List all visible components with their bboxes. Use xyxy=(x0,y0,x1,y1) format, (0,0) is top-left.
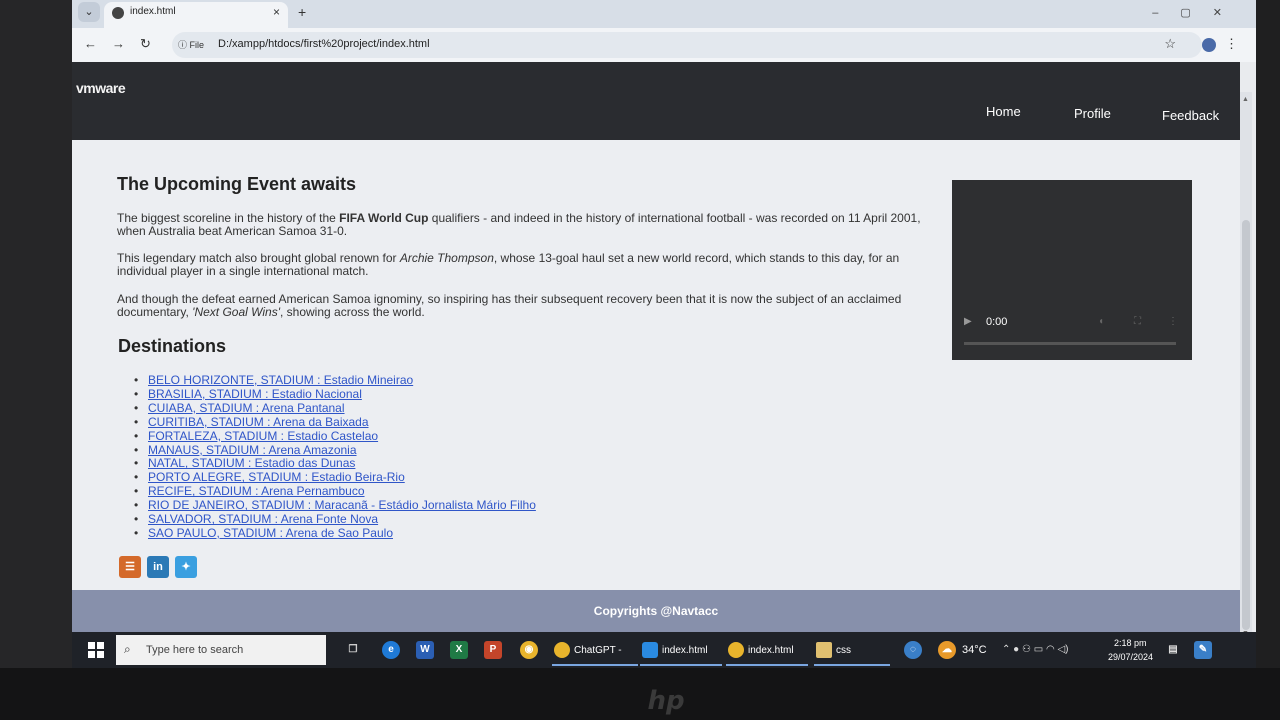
url-text[interactable]: D:/xampp/htdocs/first%20project/index.ht… xyxy=(218,38,430,50)
paragraph-2: This legendary match also brought global… xyxy=(117,252,942,278)
destination-link[interactable]: MANAUS, STADIUM : Arena Amazonia xyxy=(134,443,536,458)
tab-search-button[interactable]: ⌄ xyxy=(78,2,100,22)
close-icon[interactable]: × xyxy=(273,5,280,19)
monitor-bezel-bottom xyxy=(0,668,1280,720)
tab-index[interactable]: index.html × xyxy=(104,2,288,28)
chrome-icon xyxy=(728,642,744,658)
brand-logo[interactable]: vmware xyxy=(76,80,126,96)
destinations-title: Destinations xyxy=(118,336,227,356)
destination-link[interactable]: SALVADOR, STADIUM : Arena Fonte Nova xyxy=(134,512,536,527)
rss-icon[interactable]: ☰ xyxy=(119,556,141,578)
vscode-icon xyxy=(642,642,658,658)
scroll-thumb[interactable] xyxy=(1242,220,1250,630)
fullscreen-icon[interactable]: ⛶ xyxy=(1134,316,1141,327)
search-icon: ⌕ xyxy=(124,642,131,656)
taskbar-app-vscode[interactable]: index.html -... xyxy=(640,638,722,666)
para2-italic: Archie Thompson xyxy=(399,251,494,265)
system-tray-icons[interactable]: ⌃ ● ⚇ ▭ ◠ ◁) xyxy=(1002,644,1068,655)
nav-profile[interactable]: Profile xyxy=(1074,106,1111,121)
excel-icon[interactable]: X xyxy=(450,641,468,659)
video-time: 0:00 xyxy=(986,316,1008,328)
destination-link[interactable]: CUIABA, STADIUM : Arena Pantanal xyxy=(134,401,536,416)
task-view-icon[interactable]: ❐ xyxy=(344,641,362,659)
site-footer: Copyrights @Navtacc xyxy=(72,590,1240,632)
copilot-icon[interactable]: ✎ xyxy=(1194,641,1212,659)
taskbar-app-css[interactable]: css xyxy=(814,638,890,666)
para3-text-c: , showing across the world. xyxy=(280,305,425,319)
taskbar: ⌕ Type here to search ❐ e W X P ◉ ChatGP… xyxy=(72,632,1256,668)
clock-date[interactable]: 29/07/2024 xyxy=(1108,652,1153,662)
twitter-icon[interactable]: ✦ xyxy=(175,556,197,578)
scroll-up-icon[interactable]: ▲ xyxy=(1242,96,1249,103)
search-placeholder: Type here to search xyxy=(146,644,244,656)
destination-link[interactable]: SAO PAULO, STADIUM : Arena de Sao Paulo xyxy=(134,526,536,541)
new-tab-button[interactable]: + xyxy=(298,4,306,20)
destination-link[interactable]: CURITIBA, STADIUM : Arena da Baixada xyxy=(134,415,536,430)
chrome-icon[interactable]: ◉ xyxy=(520,641,538,659)
cortana-icon[interactable]: ◌ xyxy=(904,641,922,659)
notification-icon[interactable]: ▤ xyxy=(1164,641,1182,659)
clock-time[interactable]: 2:18 pm xyxy=(1114,638,1147,648)
active-indicator xyxy=(726,664,808,666)
menu-kebab-icon[interactable]: ⋮ xyxy=(1225,36,1238,52)
forward-icon[interactable]: → xyxy=(112,36,125,51)
screen: ⌄ index.html × + –▢✕ ← → ↻ ⓘ File D:/xam… xyxy=(72,0,1256,668)
para1-text-a: The biggest scoreline in the history of … xyxy=(117,211,340,225)
para3-italic: 'Next Goal Wins' xyxy=(192,305,280,319)
chrome-icon xyxy=(554,642,570,658)
para2-text-a: This legendary match also brought global… xyxy=(117,251,400,265)
footer-copyright: Copyrights @Navtacc xyxy=(593,604,719,618)
powerpoint-icon[interactable]: P xyxy=(484,641,502,659)
edge-icon[interactable]: e xyxy=(382,641,400,659)
destinations-list: BELO HORIZONTE, STADIUM : Estadio Mineir… xyxy=(134,373,536,541)
taskbar-app-chatgpt[interactable]: ChatGPT - G... xyxy=(552,638,638,666)
video-menu-icon[interactable]: ⋮ xyxy=(1168,316,1178,327)
bookmark-star-icon[interactable]: ☆ xyxy=(1164,36,1176,52)
main-content: The Upcoming Event awaits The biggest sc… xyxy=(72,140,1240,590)
taskbar-search[interactable]: ⌕ Type here to search xyxy=(116,635,326,665)
paragraph-3: And though the defeat earned American Sa… xyxy=(117,293,942,319)
word-icon[interactable]: W xyxy=(416,641,434,659)
active-indicator xyxy=(640,664,722,666)
folder-icon xyxy=(816,642,832,658)
destination-link[interactable]: RECIFE, STADIUM : Arena Pernambuco xyxy=(134,484,536,499)
back-icon[interactable]: ← xyxy=(84,36,97,51)
page-scrollbar[interactable]: ▲ ▼ xyxy=(1240,92,1252,642)
tab-title: index.html xyxy=(130,6,176,17)
destination-link[interactable]: BELO HORIZONTE, STADIUM : Estadio Mineir… xyxy=(134,373,536,388)
browser-toolbar: ← → ↻ ⓘ File D:/xampp/htdocs/first%20pro… xyxy=(72,28,1256,62)
temperature[interactable]: 34°C xyxy=(962,644,987,656)
windows-start-icon[interactable] xyxy=(88,642,104,658)
site-info-label: File xyxy=(189,40,205,50)
destination-link[interactable]: NATAL, STADIUM : Estadio das Dunas xyxy=(134,457,536,471)
destination-link[interactable]: RIO DE JANEIRO, STADIUM : Maracanã - Est… xyxy=(134,498,536,513)
hp-logo: hp xyxy=(647,686,685,716)
site-info-button[interactable]: ⓘ File xyxy=(178,38,204,51)
taskbar-app-chrome-index[interactable]: index.html -... xyxy=(726,638,808,666)
para1-bold: FIFA World Cup xyxy=(339,211,429,225)
event-title: The Upcoming Event awaits xyxy=(117,174,357,194)
video-player[interactable]: ▶ 0:00 ◖ ⛶ ⋮ xyxy=(952,180,1192,360)
linkedin-icon[interactable]: in xyxy=(147,556,169,578)
nav-home[interactable]: Home xyxy=(986,104,1021,119)
destination-link[interactable]: BRASILIA, STADIUM : Estadio Nacional xyxy=(134,387,536,402)
site-navbar: vmware Home Profile Feedback xyxy=(72,62,1240,140)
destination-link[interactable]: PORTO ALEGRE, STADIUM : Estadio Beira-Ri… xyxy=(134,470,536,485)
window-controls[interactable]: –▢✕ xyxy=(1152,6,1244,19)
active-indicator xyxy=(552,664,638,666)
play-icon[interactable]: ▶ xyxy=(964,316,972,327)
active-indicator xyxy=(814,664,890,666)
video-progress-bar[interactable] xyxy=(964,342,1176,345)
paragraph-1: The biggest scoreline in the history of … xyxy=(117,212,942,238)
weather-icon[interactable]: ☁ xyxy=(938,641,956,659)
browser-tabbar: ⌄ index.html × + –▢✕ xyxy=(72,0,1256,28)
reload-icon[interactable]: ↻ xyxy=(140,36,151,52)
taskbar-app-label: css xyxy=(836,645,851,656)
monitor-bezel-left xyxy=(0,0,72,720)
volume-icon[interactable]: ◖ xyxy=(1098,316,1104,327)
profile-avatar-icon[interactable] xyxy=(1202,38,1216,52)
destination-link[interactable]: FORTALEZA, STADIUM : Estadio Castelao xyxy=(134,429,536,444)
nav-feedback[interactable]: Feedback xyxy=(1162,108,1219,123)
globe-icon xyxy=(112,7,124,19)
